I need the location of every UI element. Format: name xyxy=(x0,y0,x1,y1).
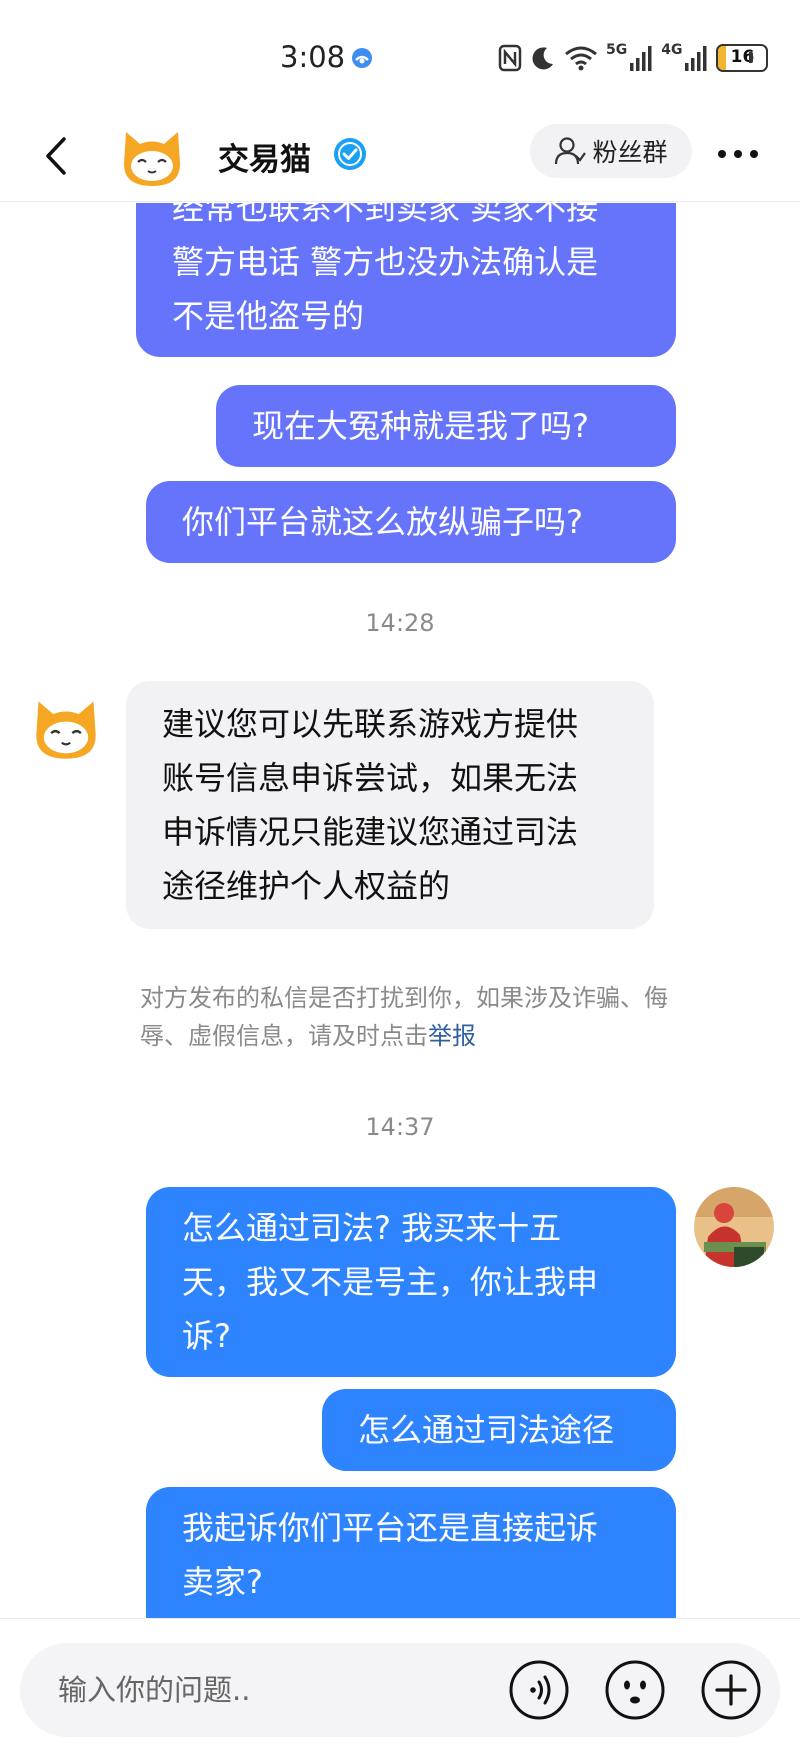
sent-message: 你们平台就这么放纵骗子吗? xyxy=(146,481,676,563)
user-avatar[interactable] xyxy=(694,1187,774,1267)
report-notice-text: 对方发布的私信是否打扰到你，如果涉及诈骗、侮辱、虚假信息，请及时点击 xyxy=(140,984,668,1050)
battery-tip xyxy=(749,52,753,63)
app-notification-icon xyxy=(352,48,372,68)
battery-level: 16 xyxy=(730,47,755,67)
nfc-icon xyxy=(498,44,522,72)
chevron-left-icon xyxy=(46,137,66,175)
chat-title: 交易猫 xyxy=(218,142,311,178)
fans-group-label: 粉丝群 xyxy=(592,138,668,167)
report-link[interactable]: 举报 xyxy=(428,1022,476,1050)
chat-messages[interactable]: 经常也联系不到卖家 卖家不接 警方电话 警方也没办法确认是 不是他盗号的 现在大… xyxy=(0,203,800,1618)
wifi-icon xyxy=(565,46,597,71)
sent-message: 我起诉你们平台还是直接起诉 卖家? xyxy=(146,1487,676,1618)
signal-4g-icon xyxy=(685,46,707,71)
user-photo xyxy=(694,1187,774,1267)
back-button[interactable] xyxy=(34,128,78,184)
message-input[interactable] xyxy=(58,1667,498,1713)
more-dot xyxy=(718,150,726,158)
sent-message: 现在大冤种就是我了吗? xyxy=(216,385,676,467)
status-bar: 3:08 5G 4G 16 xyxy=(0,0,800,110)
more-dot xyxy=(750,150,758,158)
voice-input-icon[interactable] xyxy=(508,1659,570,1721)
sent-message: 经常也联系不到卖家 卖家不接 警方电话 警方也没办法确认是 不是他盗号的 xyxy=(136,203,676,357)
emoji-icon[interactable] xyxy=(604,1659,666,1721)
verified-badge-icon xyxy=(334,138,366,170)
sent-message: 怎么通过司法途径 xyxy=(322,1389,676,1471)
report-notice: 对方发布的私信是否打扰到你，如果涉及诈骗、侮辱、虚假信息，请及时点击举报 xyxy=(140,979,680,1055)
moon-icon xyxy=(532,47,553,70)
network-5g-label: 5G xyxy=(606,42,628,58)
message-timestamp: 14:28 xyxy=(365,609,435,637)
input-box xyxy=(20,1643,780,1737)
sent-message: 怎么通过司法? 我买来十五 天，我又不是号主，你让我申 诉? xyxy=(146,1187,676,1377)
user-group-icon xyxy=(555,137,587,165)
status-icons: 5G 4G 16 xyxy=(498,42,769,74)
network-4g-label: 4G xyxy=(661,42,683,58)
message-timestamp: 14:37 xyxy=(365,1113,435,1141)
input-bar xyxy=(0,1618,800,1760)
status-time: 3:08 xyxy=(280,40,346,74)
plus-icon[interactable] xyxy=(700,1659,762,1721)
fans-group-button[interactable]: 粉丝群 xyxy=(530,124,692,178)
chat-header: 交易猫 粉丝群 xyxy=(0,110,800,202)
more-options-button[interactable] xyxy=(710,134,766,174)
battery-indicator: 16 xyxy=(716,44,769,72)
received-message: 建议您可以先联系游戏方提供 账号信息申诉尝试，如果无法 申诉情况只能建议您通过司… xyxy=(126,681,654,929)
more-dot xyxy=(734,150,742,158)
cat-avatar-icon[interactable] xyxy=(30,693,102,765)
signal-5g-icon xyxy=(630,46,652,71)
cat-avatar-icon[interactable] xyxy=(118,124,186,192)
